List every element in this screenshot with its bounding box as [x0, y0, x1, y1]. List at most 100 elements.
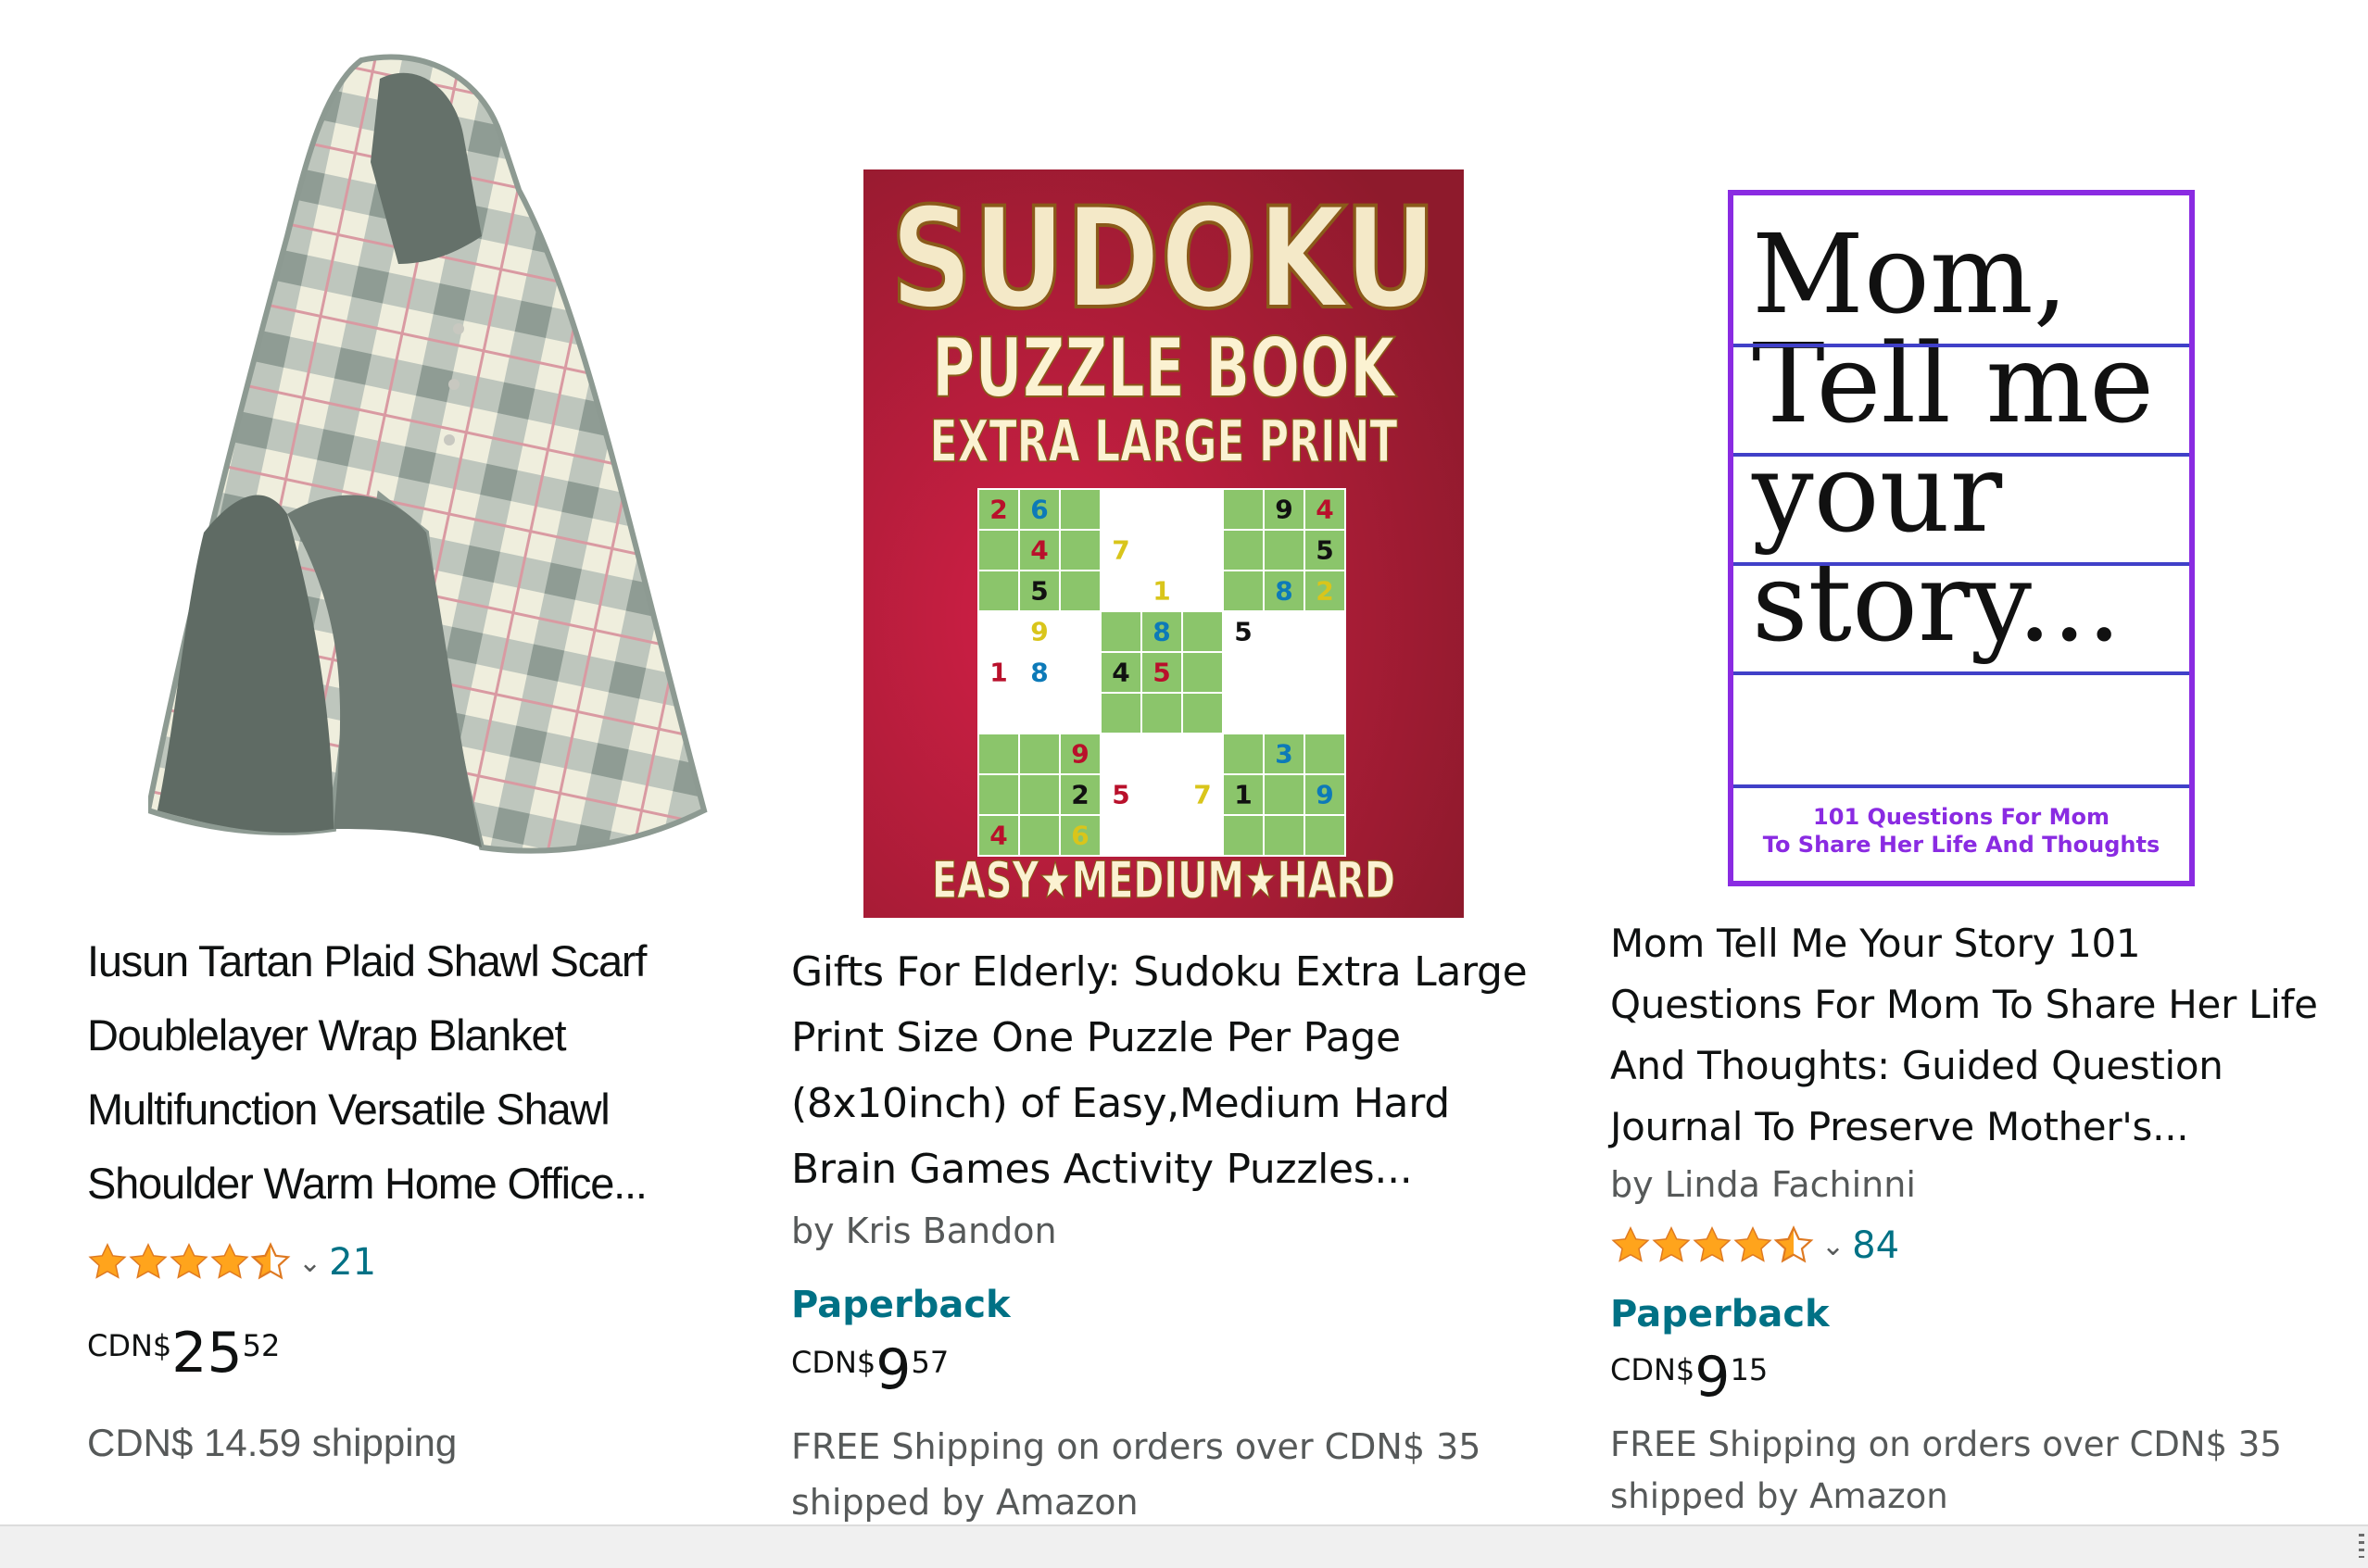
cover-rule	[1733, 344, 2189, 347]
sudoku-cell	[977, 692, 1020, 734]
sudoku-cell	[1018, 773, 1061, 816]
title-line: Doublelayer Wrap Blanket	[87, 1010, 567, 1060]
cover-line: Mom,	[1752, 210, 2069, 338]
sudoku-cell	[1222, 488, 1265, 531]
sudoku-digit: 6	[1030, 495, 1048, 525]
format-link[interactable]: Paperback	[791, 1284, 1011, 1326]
sudoku-cell	[1222, 692, 1265, 734]
cover-title: SUDOKU	[890, 179, 1437, 340]
star-icon	[1733, 1226, 1772, 1262]
title-line: Multifunction Versatile Shawl	[87, 1085, 611, 1134]
rating-count[interactable]: 84	[1852, 1224, 1899, 1267]
star-rating[interactable]	[1610, 1225, 1814, 1266]
sudoku-cell	[1304, 814, 1346, 857]
cover-text: Mom, Tell me your story...	[1752, 220, 2154, 657]
sudoku-digit: 9	[1316, 780, 1333, 810]
cover-footer: 101 Questions For Mom To Share Her Life …	[1733, 803, 2189, 859]
sudoku-cell	[1059, 529, 1102, 571]
sudoku-cell	[1100, 488, 1142, 531]
sudoku-digit: 1	[989, 658, 1007, 688]
sudoku-cell	[1059, 488, 1102, 531]
resize-grip-icon[interactable]	[2359, 1534, 2364, 1558]
sudoku-cell	[1018, 814, 1061, 857]
sudoku-cell	[977, 529, 1020, 571]
title-line: Journal To Preserve Mother's...	[1610, 1104, 2189, 1149]
chevron-down-icon[interactable]: ⌄	[1821, 1230, 1845, 1262]
cover-footer-line: To Share Her Life And Thoughts	[1762, 832, 2160, 858]
title-line: Brain Games Activity Puzzles...	[791, 1146, 1413, 1193]
author[interactable]: by Kris Bandon	[791, 1206, 1057, 1256]
sudoku-digit: 1	[1234, 780, 1252, 810]
chevron-down-icon[interactable]: ⌄	[298, 1247, 321, 1279]
cover-rule	[1733, 671, 2189, 675]
shipping-text: FREE Shipping on orders over CDN$ 35 shi…	[1610, 1419, 2282, 1523]
sudoku-digit: 5	[1316, 535, 1333, 566]
cover-rule	[1733, 784, 2189, 788]
sudoku-digit: 8	[1275, 576, 1292, 607]
star-icon	[170, 1243, 208, 1279]
sudoku-cell	[1181, 610, 1224, 653]
sudoku-cell	[977, 570, 1020, 612]
product-image-sudoku[interactable]: SUDOKU PUZZLE BOOK EXTRA LARGE PRINT 269…	[863, 169, 1464, 918]
sudoku-digit: 9	[1030, 617, 1048, 647]
sudoku-digit: 5	[1030, 576, 1048, 607]
star-icon	[210, 1243, 249, 1279]
price[interactable]: CDN$ 9 15	[1610, 1347, 1768, 1408]
sudoku-cell	[1181, 570, 1224, 612]
sudoku-digit: 7	[1112, 535, 1129, 566]
sudoku-cell	[1304, 610, 1346, 653]
sudoku-grid: 2 6 9 44 7 55 1 8 29 8 51 8 4 59 32 5 7 1 94 6	[977, 488, 1346, 857]
sudoku-cell	[1181, 488, 1224, 531]
sudoku-cell	[1263, 773, 1305, 816]
shipping-text: FREE Shipping on orders over CDN$ 35 shi…	[791, 1419, 1480, 1530]
sudoku-cell	[1263, 651, 1305, 694]
cover-rule	[1733, 562, 2189, 566]
title-line: Iusun Tartan Plaid Shawl Scarf	[87, 936, 647, 985]
product-image-shawl[interactable]	[148, 51, 741, 903]
sudoku-digit: 4	[1112, 658, 1129, 688]
cover-levels: EASY★MEDIUM★HARD	[932, 851, 1395, 909]
horizontal-scrollbar[interactable]	[0, 1524, 2368, 1568]
price-fraction: 52	[242, 1328, 281, 1363]
price-fraction: 15	[1730, 1352, 1769, 1387]
sudoku-digit: 4	[1316, 495, 1333, 525]
product-title[interactable]: Iusun Tartan Plaid Shawl Scarf Doublelay…	[87, 924, 773, 1221]
title-line: Shoulder Warm Home Office...	[87, 1159, 648, 1208]
cover-footer-line: 101 Questions For Mom	[1813, 804, 2110, 830]
price-whole: 9	[1694, 1345, 1731, 1410]
star-rating[interactable]	[87, 1242, 291, 1283]
product-title[interactable]: Mom Tell Me Your Story 101 Questions For…	[1610, 913, 2361, 1158]
sudoku-cell	[1263, 814, 1305, 857]
rating-count[interactable]: 21	[329, 1241, 376, 1284]
product-title[interactable]: Gifts For Elderly: Sudoku Extra Large Pr…	[791, 939, 1532, 1202]
format-link[interactable]: Paperback	[1610, 1293, 1830, 1336]
author[interactable]: by Linda Fachinni	[1610, 1160, 1916, 1210]
sudoku-cell	[1140, 814, 1183, 857]
sudoku-cell	[1018, 733, 1061, 775]
title-line: And Thoughts: Guided Question	[1610, 1043, 2223, 1088]
title-line: Gifts For Elderly: Sudoku Extra Large	[791, 948, 1528, 996]
shipping-line: shipped by Amazon	[1610, 1476, 1948, 1516]
shipping-text: CDN$ 14.59 shipping	[87, 1421, 458, 1464]
price-currency: CDN$	[87, 1328, 172, 1363]
sudoku-cell	[1222, 651, 1265, 694]
sudoku-digit: 5	[1234, 617, 1252, 647]
half-star-icon	[1773, 1225, 1814, 1263]
title-line: (8x10inch) of Easy,Medium Hard	[791, 1080, 1450, 1127]
sudoku-cell	[1263, 692, 1305, 734]
price-whole: 9	[875, 1337, 912, 1402]
sudoku-digit: 1	[1153, 576, 1170, 607]
sudoku-cell	[1140, 773, 1183, 816]
price[interactable]: CDN$ 25 52	[87, 1323, 280, 1384]
star-icon	[88, 1243, 127, 1279]
sudoku-cell	[1100, 733, 1142, 775]
price[interactable]: CDN$ 9 57	[791, 1339, 949, 1400]
sudoku-cell	[1181, 733, 1224, 775]
cover-subtitle2: EXTRA LARGE PRINT	[930, 408, 1398, 475]
sudoku-cell	[1304, 692, 1346, 734]
sudoku-digit: 9	[1275, 495, 1292, 525]
rating-row: ⌄ 84	[1610, 1224, 1899, 1267]
sudoku-digit: 2	[1316, 576, 1333, 607]
title-line: Mom Tell Me Your Story 101	[1610, 921, 2141, 966]
product-image-mom-book[interactable]: Mom, Tell me your story... 101 Questions…	[1728, 190, 2195, 886]
